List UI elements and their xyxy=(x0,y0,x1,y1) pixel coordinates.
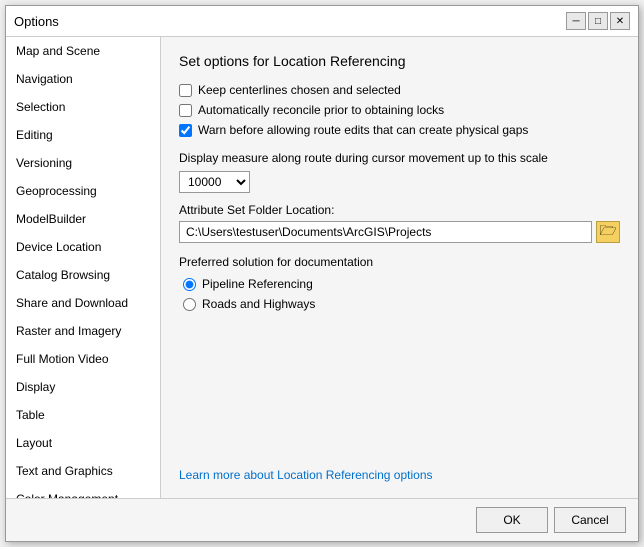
folder-label: Attribute Set Folder Location: xyxy=(179,203,620,217)
checkbox-row-keep-centerlines: Keep centerlines chosen and selected xyxy=(179,83,620,97)
sidebar-item-versioning[interactable]: Versioning xyxy=(6,149,160,177)
pipeline-referencing-label: Pipeline Referencing xyxy=(202,277,313,291)
main-content: Set options for Location Referencing Kee… xyxy=(161,37,638,498)
sidebar-item-text-and-graphics[interactable]: Text and Graphics xyxy=(6,457,160,485)
maximize-button[interactable]: □ xyxy=(588,12,608,30)
sidebar-item-modelbuilder[interactable]: ModelBuilder xyxy=(6,205,160,233)
section-title: Set options for Location Referencing xyxy=(179,53,620,69)
sidebar-item-display[interactable]: Display xyxy=(6,373,160,401)
titlebar-buttons: ─ □ ✕ xyxy=(566,12,630,30)
dialog-body: Map and Scene Navigation Selection Editi… xyxy=(6,37,638,498)
folder-input[interactable] xyxy=(179,221,592,243)
sidebar-item-share-and-download[interactable]: Share and Download xyxy=(6,289,160,317)
sidebar-item-layout[interactable]: Layout xyxy=(6,429,160,457)
pipeline-referencing-radio[interactable] xyxy=(183,278,196,291)
sidebar-item-map-and-scene[interactable]: Map and Scene xyxy=(6,37,160,65)
sidebar-item-selection[interactable]: Selection xyxy=(6,93,160,121)
cancel-button[interactable]: Cancel xyxy=(554,507,626,533)
roads-highways-label: Roads and Highways xyxy=(202,297,315,311)
close-button[interactable]: ✕ xyxy=(610,12,630,30)
folder-row: 🗁 xyxy=(179,221,620,243)
sidebar-item-geoprocessing[interactable]: Geoprocessing xyxy=(6,177,160,205)
keep-centerlines-checkbox[interactable] xyxy=(179,84,192,97)
preferred-label: Preferred solution for documentation xyxy=(179,255,620,269)
learn-more-link[interactable]: Learn more about Location Referencing op… xyxy=(179,456,620,482)
scale-row: Display measure along route during curso… xyxy=(179,151,620,193)
warn-route-edits-label: Warn before allowing route edits that ca… xyxy=(198,123,528,137)
sidebar-item-full-motion-video[interactable]: Full Motion Video xyxy=(6,345,160,373)
sidebar-item-device-location[interactable]: Device Location xyxy=(6,233,160,261)
radio-row-pipeline: Pipeline Referencing xyxy=(183,277,620,291)
folder-icon: 🗁 xyxy=(599,220,616,244)
options-dialog: Options ─ □ ✕ Map and Scene Navigation S… xyxy=(5,5,639,542)
scale-label: Display measure along route during curso… xyxy=(179,151,548,165)
ok-button[interactable]: OK xyxy=(476,507,548,533)
dialog-title: Options xyxy=(14,14,59,29)
auto-reconcile-label: Automatically reconcile prior to obtaini… xyxy=(198,103,444,117)
checkbox-row-auto-reconcile: Automatically reconcile prior to obtaini… xyxy=(179,103,620,117)
keep-centerlines-label: Keep centerlines chosen and selected xyxy=(198,83,401,97)
checkbox-row-warn-route-edits: Warn before allowing route edits that ca… xyxy=(179,123,620,137)
radio-row-roads: Roads and Highways xyxy=(183,297,620,311)
roads-highways-radio[interactable] xyxy=(183,298,196,311)
sidebar-item-color-management[interactable]: Color Management xyxy=(6,485,160,498)
folder-browse-button[interactable]: 🗁 xyxy=(596,221,620,243)
sidebar-item-table[interactable]: Table xyxy=(6,401,160,429)
sidebar-item-catalog-browsing[interactable]: Catalog Browsing xyxy=(6,261,160,289)
warn-route-edits-checkbox[interactable] xyxy=(179,124,192,137)
dialog-footer: OK Cancel xyxy=(6,498,638,541)
title-bar: Options ─ □ ✕ xyxy=(6,6,638,37)
sidebar-item-navigation[interactable]: Navigation xyxy=(6,65,160,93)
sidebar-item-raster-and-imagery[interactable]: Raster and Imagery xyxy=(6,317,160,345)
sidebar: Map and Scene Navigation Selection Editi… xyxy=(6,37,161,498)
minimize-button[interactable]: ─ xyxy=(566,12,586,30)
sidebar-item-editing[interactable]: Editing xyxy=(6,121,160,149)
scale-select[interactable]: 500 1000 2000 5000 10000 25000 50000 100… xyxy=(179,171,250,193)
auto-reconcile-checkbox[interactable] xyxy=(179,104,192,117)
